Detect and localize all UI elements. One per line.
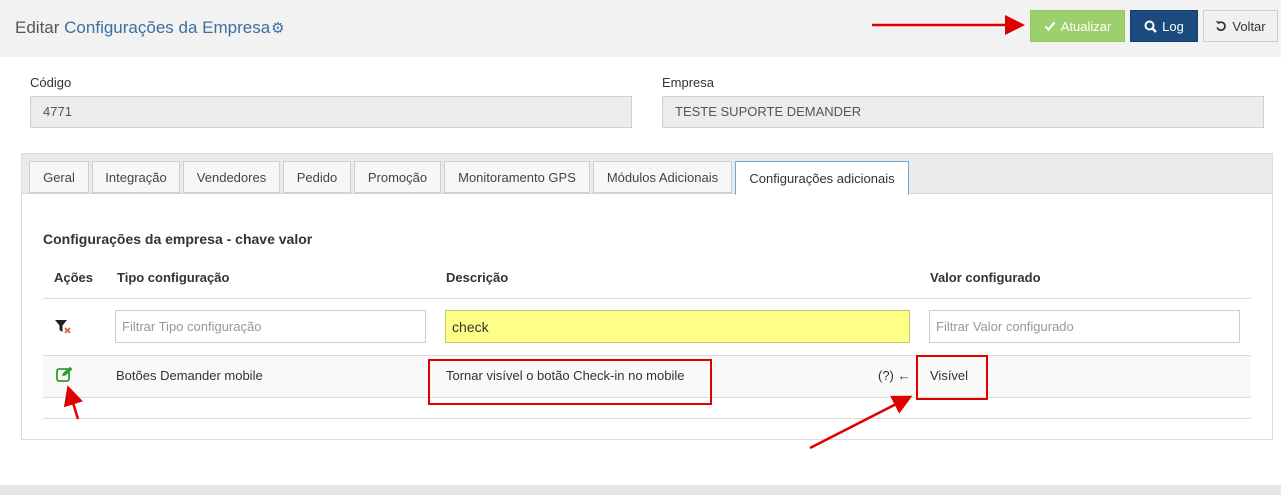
row-divider-top — [43, 355, 1251, 356]
filter-clear-icon[interactable] — [55, 320, 72, 335]
search-icon — [1144, 20, 1157, 33]
value-highlight-box — [916, 355, 988, 400]
code-label: Código — [30, 75, 72, 90]
header-value: Valor configurado — [930, 270, 1041, 285]
filter-description-input[interactable] — [445, 310, 910, 343]
update-button[interactable]: Atualizar — [1030, 10, 1125, 42]
header-description: Descrição — [446, 270, 509, 285]
section-title: Configurações da empresa - chave valor — [43, 231, 313, 247]
page-header: Editar Configurações da Empresa⚙ Atualiz… — [0, 0, 1281, 57]
gears-icon: ⚙ — [271, 20, 285, 37]
check-icon — [1044, 21, 1056, 32]
table-bottom-line — [43, 418, 1251, 419]
description-highlight-box — [428, 359, 712, 405]
code-field: 4771 — [30, 96, 632, 128]
tab-configuracoes-adicionais[interactable]: Configurações adicionais — [735, 161, 909, 195]
bottom-bar — [0, 485, 1281, 495]
page-title-prefix: Editar — [15, 18, 60, 37]
tab-modulos-adicionais[interactable]: Módulos Adicionais — [593, 161, 732, 193]
header-type: Tipo configuração — [117, 270, 230, 285]
content-area: Código 4771 Empresa TESTE SUPORTE DEMAND… — [0, 57, 1281, 485]
log-button-label: Log — [1162, 18, 1184, 34]
header-actions: Ações — [54, 270, 94, 285]
filter-type-input[interactable] — [115, 310, 426, 343]
update-button-label: Atualizar — [1060, 18, 1112, 34]
tab-bar: Geral Integração Vendedores Pedido Promo… — [22, 154, 1272, 195]
edit-icon[interactable] — [56, 366, 74, 382]
undo-icon — [1216, 21, 1227, 32]
page-title: Editar Configurações da Empresa⚙ — [15, 18, 285, 38]
back-button[interactable]: Voltar — [1203, 10, 1278, 42]
row-type: Botões Demander mobile — [116, 368, 263, 383]
tab-promocao[interactable]: Promoção — [354, 161, 441, 193]
tab-vendedores[interactable]: Vendedores — [183, 161, 280, 193]
company-field: TESTE SUPORTE DEMANDER — [662, 96, 1264, 128]
page-title-main: Configurações da Empresa — [64, 18, 271, 37]
header-divider — [43, 298, 1251, 299]
log-button[interactable]: Log — [1130, 10, 1198, 42]
tab-monitoramento-gps[interactable]: Monitoramento GPS — [444, 161, 590, 193]
tab-integracao[interactable]: Integração — [92, 161, 180, 193]
tab-pedido[interactable]: Pedido — [283, 161, 351, 193]
company-label: Empresa — [662, 75, 715, 90]
back-button-label: Voltar — [1232, 18, 1266, 34]
filter-value-input[interactable] — [929, 310, 1240, 343]
tab-geral[interactable]: Geral — [29, 161, 89, 193]
row-help[interactable]: (?) ← — [878, 368, 911, 383]
